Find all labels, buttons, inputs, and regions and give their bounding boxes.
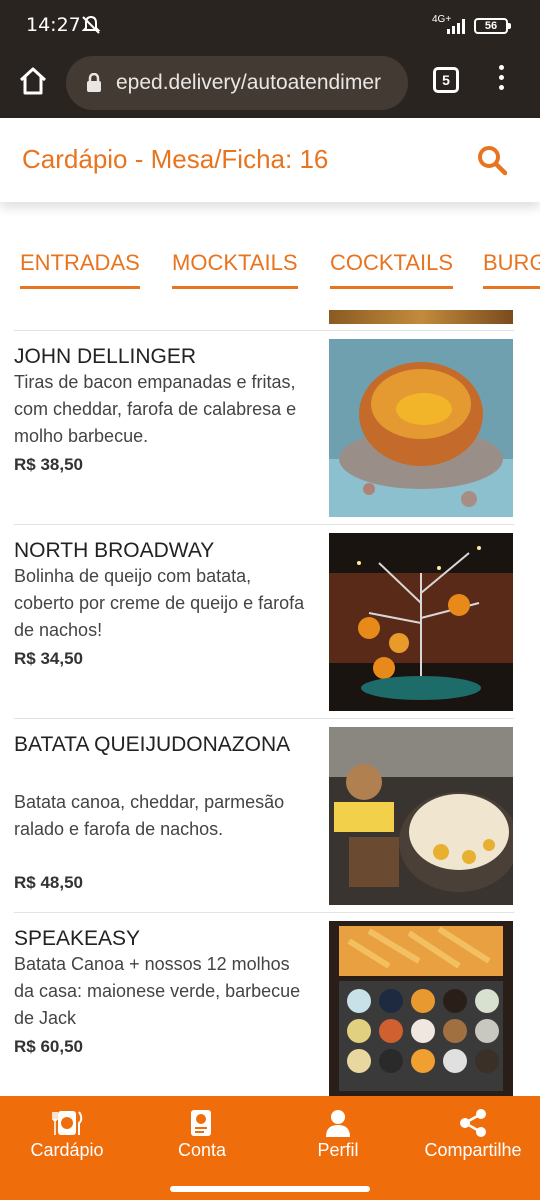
nav-perfil[interactable]: Perfil	[273, 1096, 403, 1170]
product-description: Bolinha de queijo com batata, coberto po…	[14, 566, 305, 640]
home-indicator[interactable]	[170, 1186, 370, 1192]
browser-toolbar: eped.delivery/autoatendimer 5	[0, 50, 540, 118]
product-item-batata-queijudonazona[interactable]: BATATA QUEIJUDONAZONA Batata canoa, ched…	[14, 718, 514, 912]
nav-label: Perfil	[317, 1140, 359, 1160]
product-item-john-dellinger[interactable]: JOHN DELLINGER Tiras de bacon empanadas …	[14, 330, 514, 524]
product-item-speakeasy[interactable]: SPEAKEASY Batata Canoa + nossos 12 molho…	[14, 912, 514, 1096]
nav-label: Conta	[177, 1140, 227, 1160]
status-bar: 14:27 4G+ 56	[0, 0, 540, 50]
home-icon[interactable]	[16, 64, 50, 98]
product-image	[329, 310, 513, 324]
nav-compartilhe[interactable]: Compartilhe	[408, 1096, 538, 1170]
bottom-navigation: Cardápio Conta Perfil Compartilhe	[0, 1096, 540, 1170]
clock: 14:27	[26, 14, 81, 36]
menu-cutlery-icon	[52, 1111, 83, 1135]
product-description: Batata canoa, cheddar, parmesão ralado e…	[14, 792, 285, 839]
product-price: R$ 34,50	[14, 649, 83, 668]
nav-cardapio[interactable]: Cardápio	[2, 1096, 132, 1170]
nav-label: Cardápio	[30, 1140, 104, 1160]
product-description: Tiras de bacon empanadas e fritas, com c…	[14, 372, 297, 446]
category-tabs: ENTRADAS MOCKTAILS COCKTAILS BURG	[0, 240, 540, 294]
product-price: R$ 48,50	[14, 873, 83, 892]
browser-menu-icon[interactable]	[496, 65, 506, 95]
address-bar[interactable]: eped.delivery/autoatendimer	[66, 56, 408, 110]
share-icon	[460, 1109, 486, 1137]
product-name: SPEAKEASY	[14, 927, 141, 950]
tab-cocktails[interactable]: COCKTAILS	[330, 250, 454, 289]
product-description: Batata Canoa + nossos 12 molhos da casa:…	[14, 954, 301, 1028]
system-gesture-bar	[0, 1170, 540, 1200]
product-item-north-broadway[interactable]: NORTH BROADWAY Bolinha de queijo com bat…	[14, 524, 514, 718]
product-image	[329, 921, 513, 1096]
product-name: NORTH BROADWAY	[14, 539, 215, 562]
user-icon	[326, 1110, 350, 1137]
nav-label: Compartilhe	[424, 1140, 522, 1160]
tab-mocktails[interactable]: MOCKTAILS	[172, 250, 298, 289]
bill-icon	[191, 1110, 211, 1136]
tab-entradas[interactable]: ENTRADAS	[20, 250, 140, 289]
product-name: JOHN DELLINGER	[14, 345, 197, 368]
battery-icon: 56	[474, 18, 511, 34]
page-header: Cardápio - Mesa/Ficha: 16	[0, 118, 540, 202]
product-list: JOHN DELLINGER Tiras de bacon empanadas …	[0, 310, 540, 1096]
product-price: R$ 38,50	[14, 455, 83, 474]
tab-switcher-button[interactable]: 5	[433, 67, 459, 93]
app-screen: 14:27 4G+ 56 eped.delivery/autoatendimer…	[0, 0, 540, 1200]
product-name: BATATA QUEIJUDONAZONA	[14, 733, 291, 756]
notifications-muted-icon	[80, 14, 102, 41]
page-title: Cardápio - Mesa/Ficha: 16	[22, 144, 329, 174]
search-icon[interactable]	[476, 144, 508, 176]
nav-conta[interactable]: Conta	[137, 1096, 267, 1170]
product-image	[329, 339, 513, 517]
url-text: eped.delivery/autoatendimer	[116, 71, 382, 94]
tab-burgers[interactable]: BURG	[483, 250, 540, 289]
lock-icon	[86, 72, 102, 98]
product-image	[329, 727, 513, 905]
product-image	[329, 533, 513, 711]
product-price: R$ 60,50	[14, 1037, 83, 1056]
signal-strength-icon	[447, 18, 469, 39]
